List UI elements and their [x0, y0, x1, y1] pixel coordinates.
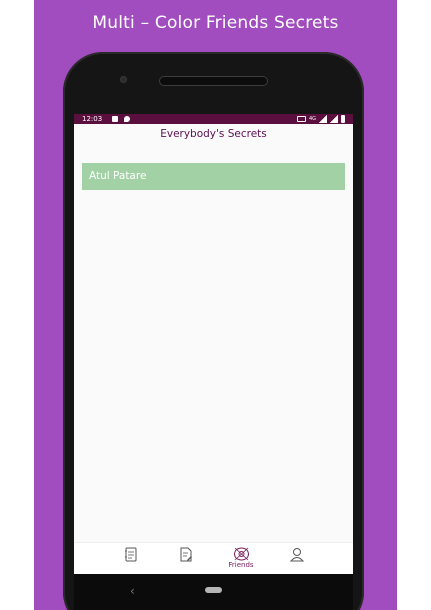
bottom-navigation: Friends: [74, 542, 353, 574]
camera-icon: [120, 76, 127, 83]
nav-friends[interactable]: Friends: [225, 547, 257, 573]
page-title: Everybody's Secrets: [160, 128, 267, 140]
friend-list-item[interactable]: Atul Patare: [82, 163, 345, 190]
banner-title: Multi – Color Friends Secrets: [92, 13, 339, 33]
status-time: 12:03: [82, 115, 103, 123]
battery-icon: [341, 115, 345, 123]
friend-name: Atul Patare: [89, 170, 147, 182]
app-screen: 12:03 4G Everybody's Secrets Atul Patare: [74, 114, 353, 610]
person-icon: [290, 548, 304, 562]
note-edit-icon: [180, 547, 192, 562]
image-notification-icon: [112, 116, 118, 122]
back-icon[interactable]: ‹: [130, 584, 135, 598]
nav-notes[interactable]: [170, 547, 202, 573]
location-icon: [124, 116, 130, 122]
friends-icon: [233, 547, 249, 561]
network-type: 4G: [308, 116, 316, 122]
speaker-grille: [159, 76, 268, 86]
cast-icon: [296, 116, 306, 122]
signal-icon: [319, 115, 327, 123]
system-navigation-bar: ‹: [74, 574, 353, 610]
nav-label-friends: Friends: [228, 561, 254, 569]
status-bar: 12:03 4G: [74, 114, 353, 124]
signal-icon: [330, 115, 338, 123]
nav-notebook[interactable]: [115, 547, 147, 573]
notebook-icon: [125, 547, 137, 562]
home-pill-icon[interactable]: [205, 587, 222, 593]
nav-profile[interactable]: [281, 547, 313, 573]
status-right: 4G: [296, 115, 345, 123]
